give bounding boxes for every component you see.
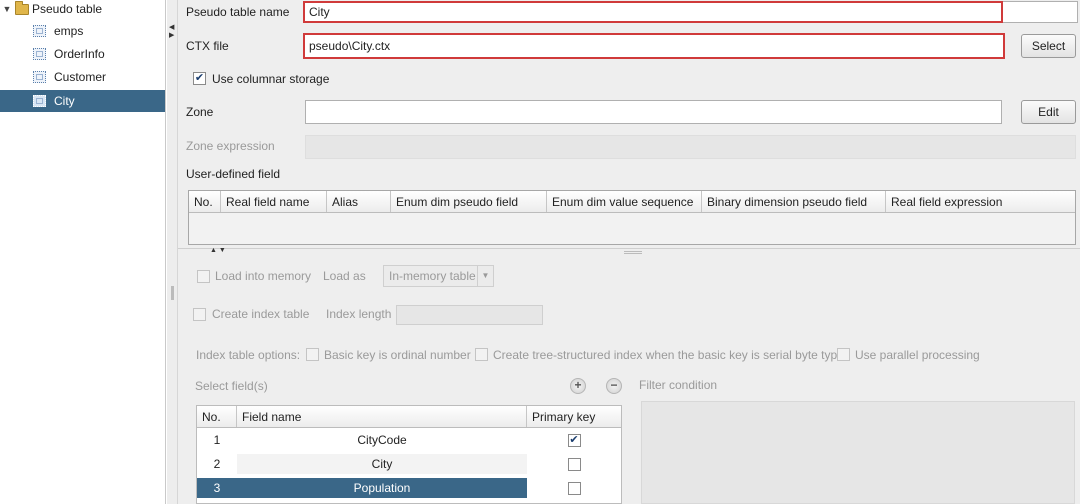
row-primary-key-cell: ✔	[527, 433, 621, 447]
pseudo-table-name-label: Pseudo table name	[186, 5, 290, 19]
udf-col-alias[interactable]: Alias	[327, 191, 391, 212]
user-defined-field-table[interactable]: No. Real field name Alias Enum dim pseud…	[188, 190, 1076, 245]
tree-item-orderinfo[interactable]: OrderInfo	[0, 43, 165, 65]
select-fields-label: Select field(s)	[195, 379, 268, 393]
pseudo-table-name-input[interactable]: City	[303, 1, 1003, 23]
load-as-value: In-memory table	[389, 269, 476, 283]
create-index-checkbox[interactable]	[193, 308, 206, 321]
vertical-splitter[interactable]: ◀ ▶	[167, 0, 178, 504]
load-into-memory-checkbox[interactable]	[197, 270, 210, 283]
row-number: 2	[213, 457, 221, 471]
parallel-processing-checkbox[interactable]	[837, 348, 850, 361]
fields-table-header: No. Field name Primary key	[197, 406, 621, 428]
expand-triangle-icon[interactable]: ▼	[2, 4, 12, 14]
table-row[interactable]: 1 CityCode ✔	[197, 428, 621, 452]
load-as-label: Load as	[323, 269, 366, 283]
primary-key-checkbox[interactable]	[567, 481, 581, 495]
row-field-name[interactable]: CityCode	[237, 430, 527, 450]
filter-condition-label: Filter condition	[639, 378, 718, 392]
use-columnar-label: Use columnar storage	[212, 72, 330, 86]
ctx-file-label: CTX file	[186, 39, 229, 53]
table-row-selected[interactable]: 3 Population	[197, 476, 621, 500]
split-arrows-icon[interactable]: ▲▼	[210, 247, 228, 254]
table-icon	[33, 48, 46, 60]
collapse-arrows-icon[interactable]: ◀ ▶	[169, 24, 174, 40]
udf-col-enum-dim-value-sequence[interactable]: Enum dim value sequence	[547, 191, 702, 212]
splitter-grip[interactable]	[171, 286, 174, 300]
udf-col-real-field-expression[interactable]: Real field expression	[886, 191, 1075, 212]
tree-root-pseudo-table[interactable]: ▼ Pseudo table	[2, 0, 103, 17]
basic-key-ordinal-checkbox[interactable]	[306, 348, 319, 361]
zone-expression-label: Zone expression	[186, 139, 275, 153]
tree-item-emps[interactable]: emps	[0, 20, 165, 42]
primary-key-checkbox[interactable]: ✔	[567, 433, 581, 447]
row-number: 3	[197, 478, 237, 498]
fields-col-no[interactable]: No.	[197, 406, 237, 427]
fields-col-field-name[interactable]: Field name	[237, 406, 527, 427]
udf-col-real-field-name[interactable]: Real field name	[221, 191, 327, 212]
table-icon	[33, 71, 46, 83]
udf-table-header: No. Real field name Alias Enum dim pseud…	[189, 191, 1075, 213]
select-button[interactable]: Select	[1021, 34, 1076, 58]
create-index-label: Create index table	[212, 307, 310, 321]
add-field-icon[interactable]: +	[570, 378, 586, 394]
use-columnar-checkbox[interactable]: ✔	[193, 72, 206, 85]
user-defined-field-label: User-defined field	[186, 167, 281, 181]
pseudo-table-name-input-ext[interactable]	[1003, 1, 1078, 23]
index-length-label: Index length	[326, 307, 392, 321]
load-into-memory-label: Load into memory	[215, 269, 312, 283]
row-number: 1	[213, 433, 221, 447]
chevron-down-icon[interactable]: ▼	[477, 266, 493, 286]
tree-item-city[interactable]: City	[0, 90, 165, 112]
edit-button[interactable]: Edit	[1021, 100, 1076, 124]
tree-item-customer[interactable]: Customer	[0, 66, 165, 88]
index-options-label: Index table options:	[196, 348, 301, 362]
row-field-name[interactable]: City	[237, 454, 527, 474]
udf-col-no[interactable]: No.	[189, 191, 221, 212]
fields-col-primary-key[interactable]: Primary key	[527, 406, 621, 427]
tree-root-label: Pseudo table	[32, 2, 103, 16]
folder-icon	[15, 0, 29, 15]
splitter-grip[interactable]	[624, 251, 642, 254]
index-length-input	[396, 305, 543, 325]
primary-key-checkbox[interactable]	[567, 457, 581, 471]
tree-index-label: Create tree-structured index when the ba…	[493, 348, 844, 362]
row-primary-key-cell	[527, 457, 621, 471]
table-icon	[33, 25, 46, 37]
table-row[interactable]: 2 City	[197, 452, 621, 476]
remove-field-icon[interactable]: −	[606, 378, 622, 394]
zone-expression-input	[305, 135, 1076, 159]
basic-key-ordinal-label: Basic key is ordinal number	[324, 348, 471, 362]
horizontal-splitter[interactable]: ▲▼	[178, 247, 1080, 255]
zone-input[interactable]	[305, 100, 1002, 124]
tree-item-label: Customer	[54, 70, 107, 84]
row-primary-key-cell	[527, 481, 621, 495]
zone-label: Zone	[186, 105, 214, 119]
ctx-file-input[interactable]: pseudo\City.ctx	[303, 33, 1005, 59]
tree-item-label: emps	[54, 24, 84, 38]
row-field-name[interactable]: Population	[237, 478, 527, 498]
properties-panel: Pseudo table name City CTX file pseudo\C…	[178, 0, 1080, 504]
select-fields-table[interactable]: No. Field name Primary key 1 CityCode ✔ …	[196, 405, 622, 504]
load-as-dropdown[interactable]: In-memory table ▼	[383, 265, 494, 287]
udf-col-enum-dim-pseudo-field[interactable]: Enum dim pseudo field	[391, 191, 547, 212]
tree-index-checkbox[interactable]	[475, 348, 488, 361]
tree-panel: ▼ Pseudo table emps OrderInfo Customer C…	[0, 0, 166, 504]
tree-item-label: OrderInfo	[54, 47, 105, 61]
table-icon	[33, 95, 46, 107]
udf-col-binary-dimension-pseudo-field[interactable]: Binary dimension pseudo field	[702, 191, 886, 212]
parallel-processing-label: Use parallel processing	[855, 348, 980, 362]
filter-condition-area[interactable]	[641, 401, 1075, 504]
tree-item-label: City	[54, 94, 75, 108]
